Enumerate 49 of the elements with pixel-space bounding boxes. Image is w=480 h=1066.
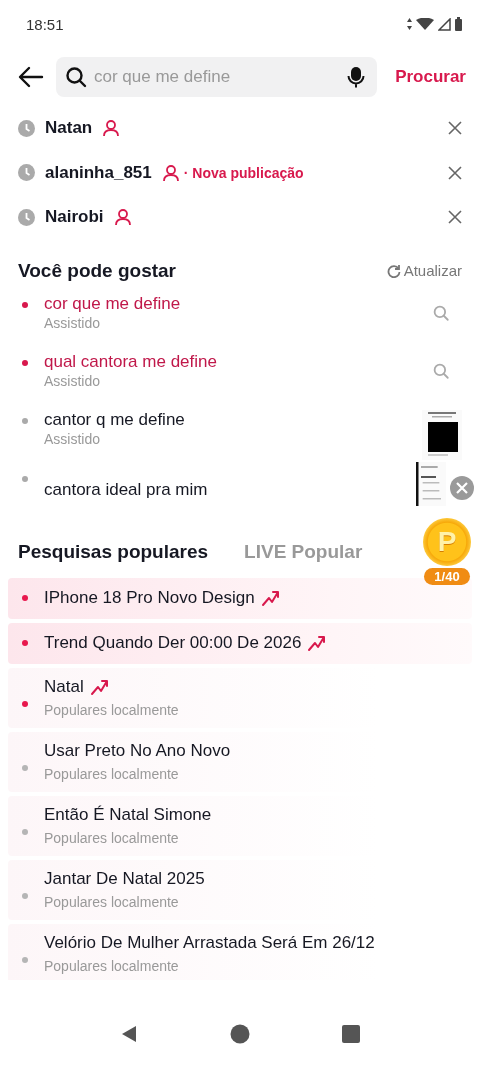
close-button[interactable] bbox=[450, 476, 474, 500]
close-icon[interactable] bbox=[448, 165, 462, 180]
history-entry[interactable]: Natan bbox=[45, 118, 93, 139]
popular-search-row[interactable]: Trend Quando Der 00:00 De 2026 bbox=[8, 622, 472, 664]
search-term: Jantar De Natal 2025 bbox=[44, 869, 205, 889]
suggestion-text[interactable]: cantora ideal pra mim bbox=[44, 479, 400, 500]
new-post-label: · Nova publicação bbox=[183, 164, 304, 181]
tab[interactable]: Pesquisas populares bbox=[18, 540, 209, 563]
signal-icon bbox=[438, 17, 451, 31]
suggestion-text[interactable]: cantor q me define bbox=[44, 409, 406, 430]
search-icon[interactable] bbox=[64, 65, 88, 89]
clock-icon bbox=[18, 119, 35, 137]
history-entry[interactable]: Nairobi bbox=[45, 207, 104, 228]
suggestion-text[interactable]: qual cantora me define bbox=[44, 351, 416, 372]
history-entry[interactable]: alaninha_851 bbox=[45, 162, 152, 183]
back-arrow-icon[interactable] bbox=[18, 66, 44, 88]
watched-label: Assistido bbox=[44, 314, 102, 331]
search-field[interactable]: cor que me define bbox=[56, 57, 378, 97]
search-term: IPhone 18 Pro Novo Design bbox=[44, 588, 255, 608]
search-term: Velório De Mulher Arrastada Será Em 26/12 bbox=[44, 933, 375, 953]
popularity-label: Populares localmente bbox=[44, 830, 180, 846]
close-icon[interactable] bbox=[448, 210, 462, 225]
suggestion-text[interactable]: cor que me define bbox=[44, 293, 416, 314]
wifi-icon bbox=[416, 18, 434, 30]
search-term: Usar Preto No Ano Novo bbox=[44, 741, 231, 761]
home-icon[interactable] bbox=[230, 1024, 250, 1044]
close-icon[interactable] bbox=[448, 121, 462, 136]
close-icon bbox=[456, 482, 468, 494]
popularity-label: Populares localmente bbox=[44, 958, 180, 974]
refresh-button[interactable]: Atualizar bbox=[386, 262, 462, 279]
clock-icon bbox=[18, 208, 35, 226]
search-term: Então É Natal Simone bbox=[44, 805, 212, 825]
watched-label: Assistido bbox=[44, 430, 102, 447]
microphone-icon[interactable] bbox=[347, 66, 366, 88]
popularity-label: Populares localmente bbox=[44, 894, 180, 910]
clock-icon bbox=[18, 164, 35, 182]
section-title: Você pode gostar bbox=[18, 259, 176, 282]
search-term: Natal bbox=[44, 677, 84, 697]
reward-counter: 1/40 bbox=[424, 568, 470, 585]
search-button[interactable]: Procurar bbox=[389, 63, 466, 91]
battery-icon bbox=[455, 17, 462, 31]
search-term: Trend Quando Der 00:00 De 2026 bbox=[44, 633, 302, 653]
watched-label: Assistido bbox=[44, 372, 102, 389]
popularity-label: Populares localmente bbox=[44, 766, 180, 782]
status-time: 18:51 bbox=[26, 15, 64, 33]
refresh-icon bbox=[386, 263, 401, 278]
data-arrows-icon bbox=[407, 18, 412, 30]
back-icon[interactable] bbox=[120, 1025, 138, 1043]
popularity-label: Populares localmente bbox=[44, 702, 179, 718]
